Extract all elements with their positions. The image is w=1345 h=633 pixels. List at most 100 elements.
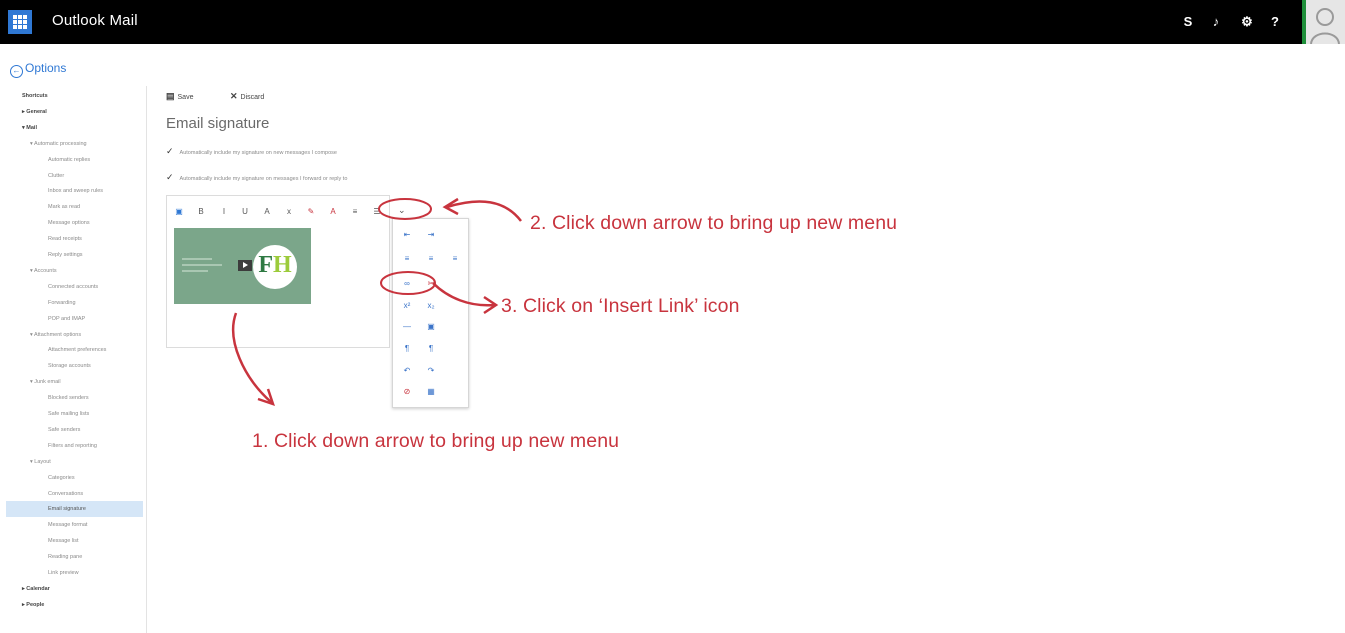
user-silhouette-icon [1310, 8, 1340, 45]
annotation-step-1: 1. Click down arrow to bring up new menu [252, 430, 620, 452]
sidebar-item[interactable]: ▾ Layout [30, 454, 51, 470]
sidebar-item[interactable]: Attachment preferences [48, 342, 106, 358]
signature-text-line [182, 264, 222, 266]
clear-formatting-icon[interactable]: ⊘ [401, 387, 413, 397]
notifications-bell-icon[interactable]: ♪ [1205, 11, 1227, 33]
decrease-indent-icon[interactable]: ⇤ [401, 230, 413, 240]
sidebar-item[interactable]: Reply settings [48, 247, 83, 263]
bullets-icon[interactable]: ≡ [350, 207, 360, 216]
avatar[interactable] [1302, 0, 1345, 45]
company-logo: FH [253, 245, 297, 289]
options-back-link[interactable]: ← Options [10, 61, 66, 78]
numbering-icon[interactable]: ☰ [372, 207, 382, 216]
sidebar-item[interactable]: Categories [48, 470, 75, 486]
insert-image-icon[interactable]: ▣ [425, 322, 437, 332]
insert-table-icon[interactable]: ▦ [425, 387, 437, 397]
sidebar-item[interactable]: Blocked senders [48, 390, 89, 406]
align-center-icon[interactable]: ≡ [425, 254, 437, 264]
sidebar-item[interactable]: Forwarding [48, 295, 76, 311]
logo-letter: H [273, 252, 292, 278]
annotation-step-3: 3. Click on ‘Insert Link’ icon [501, 295, 740, 317]
annotation-step-2: 2. Click down arrow to bring up new menu [530, 212, 898, 234]
insert-link-icon[interactable]: ∞ [401, 279, 413, 289]
sidebar-item[interactable]: ▾ Mail [22, 120, 37, 136]
save-icon: ▤ [166, 91, 175, 101]
sidebar-item[interactable]: ▸ General [22, 104, 47, 120]
insert-picture-icon[interactable]: ▣ [174, 207, 184, 216]
sidebar-item[interactable]: Filters and reporting [48, 438, 97, 454]
checkbox-label: Automatically include my signature on ne… [179, 150, 337, 156]
sidebar-item[interactable]: POP and IMAP [48, 311, 85, 327]
undo-icon[interactable]: ↶ [401, 366, 413, 376]
top-app-bar: Outlook Mail S ♪ ⚙ ? [0, 0, 1345, 45]
sidebar-item[interactable]: Message format [48, 517, 87, 533]
sidebar-item[interactable]: Message options [48, 215, 90, 231]
skype-icon[interactable]: S [1177, 11, 1199, 33]
sidebar-item[interactable]: Read receipts [48, 231, 82, 247]
signature-text-line [182, 258, 212, 260]
left-to-right-icon[interactable]: ¶ [401, 344, 413, 354]
more-formatting-dropdown-arrow-icon[interactable]: ⌄ [398, 205, 406, 216]
page-title: Email signature [166, 115, 270, 132]
bold-icon[interactable]: B [196, 207, 206, 216]
align-right-icon[interactable]: ≡ [449, 254, 461, 264]
back-arrow-icon: ← [10, 65, 23, 78]
signature-image[interactable]: FH [174, 228, 311, 304]
checkbox-label: Automatically include my signature on me… [179, 176, 348, 182]
right-to-left-icon[interactable]: ¶ [425, 344, 437, 354]
sidebar-item[interactable]: Safe senders [48, 422, 80, 438]
sidebar-item[interactable]: ▾ Attachment options [30, 327, 81, 343]
sidebar-item[interactable]: Shortcuts [22, 88, 48, 104]
save-label: Save [177, 94, 194, 101]
highlight-icon[interactable]: ✎ [306, 207, 316, 216]
options-label: Options [25, 61, 67, 75]
underline-icon[interactable]: U [240, 207, 250, 216]
sidebar-item[interactable]: ▾ Automatic processing [30, 136, 87, 152]
sidebar-item[interactable]: Mark as read [48, 199, 80, 215]
annotation-arrow-2-head [442, 197, 459, 216]
signature-text-line [182, 270, 208, 272]
discard-x-icon: ✕ [230, 91, 238, 101]
sidebar-item[interactable]: ▾ Accounts [30, 263, 57, 279]
sidebar-item[interactable]: Inbox and sweep rules [48, 183, 103, 199]
checkbox-checked-icon: ✓ [166, 172, 174, 182]
include-signature-new-checkbox[interactable]: ✓ Automatically include my signature on n… [166, 146, 337, 157]
sidebar-item[interactable]: Storage accounts [48, 358, 91, 374]
sidebar-item[interactable]: Clutter [48, 168, 64, 184]
sidebar-item[interactable]: Email signature [6, 501, 143, 518]
horizontal-line-icon[interactable]: — [401, 322, 413, 332]
sidebar-item[interactable]: Safe mailing lists [48, 406, 89, 422]
font-color-icon[interactable]: A [328, 207, 338, 216]
save-button[interactable]: ▤ Save [166, 91, 193, 102]
discard-button[interactable]: ✕ Discard [230, 91, 264, 102]
subscript-alt-icon[interactable]: x₂ [425, 301, 437, 311]
increase-indent-icon[interactable]: ⇥ [425, 230, 437, 240]
include-signature-reply-checkbox[interactable]: ✓ Automatically include my signature on m… [166, 172, 347, 183]
sidebar-item[interactable]: Automatic replies [48, 152, 90, 168]
sidebar-item[interactable]: ▸ People [22, 597, 44, 613]
sidebar-item[interactable]: Reading pane [48, 549, 82, 565]
annotation-arrow-3-head [483, 295, 499, 315]
more-formatting-menu [392, 218, 469, 408]
sidebar-item[interactable]: Link preview [48, 565, 79, 581]
sidebar-item[interactable]: Conversations [48, 486, 83, 502]
sidebar-item[interactable]: ▸ Calendar [22, 581, 50, 597]
remove-link-icon[interactable]: ✂ [425, 279, 437, 289]
redo-icon[interactable]: ↷ [425, 366, 437, 376]
sidebar-item[interactable]: Connected accounts [48, 279, 98, 295]
checkbox-checked-icon: ✓ [166, 146, 174, 156]
help-icon[interactable]: ? [1264, 11, 1286, 33]
superscript-icon[interactable]: x² [401, 301, 413, 311]
settings-gear-icon[interactable]: ⚙ [1236, 11, 1258, 33]
logo-letter: F [258, 252, 273, 278]
play-video-icon [238, 260, 252, 271]
app-launcher-grid-icon[interactable] [8, 10, 32, 34]
annotation-arrow-1-head [257, 388, 275, 406]
font-size-icon[interactable]: A [262, 207, 272, 216]
subscript-icon[interactable]: x [284, 207, 294, 216]
align-left-icon[interactable]: ≡ [401, 254, 413, 264]
sidebar-item[interactable]: Message list [48, 533, 79, 549]
discard-label: Discard [240, 94, 265, 101]
italic-icon[interactable]: I [219, 207, 229, 216]
sidebar-item[interactable]: ▾ Junk email [30, 374, 61, 390]
